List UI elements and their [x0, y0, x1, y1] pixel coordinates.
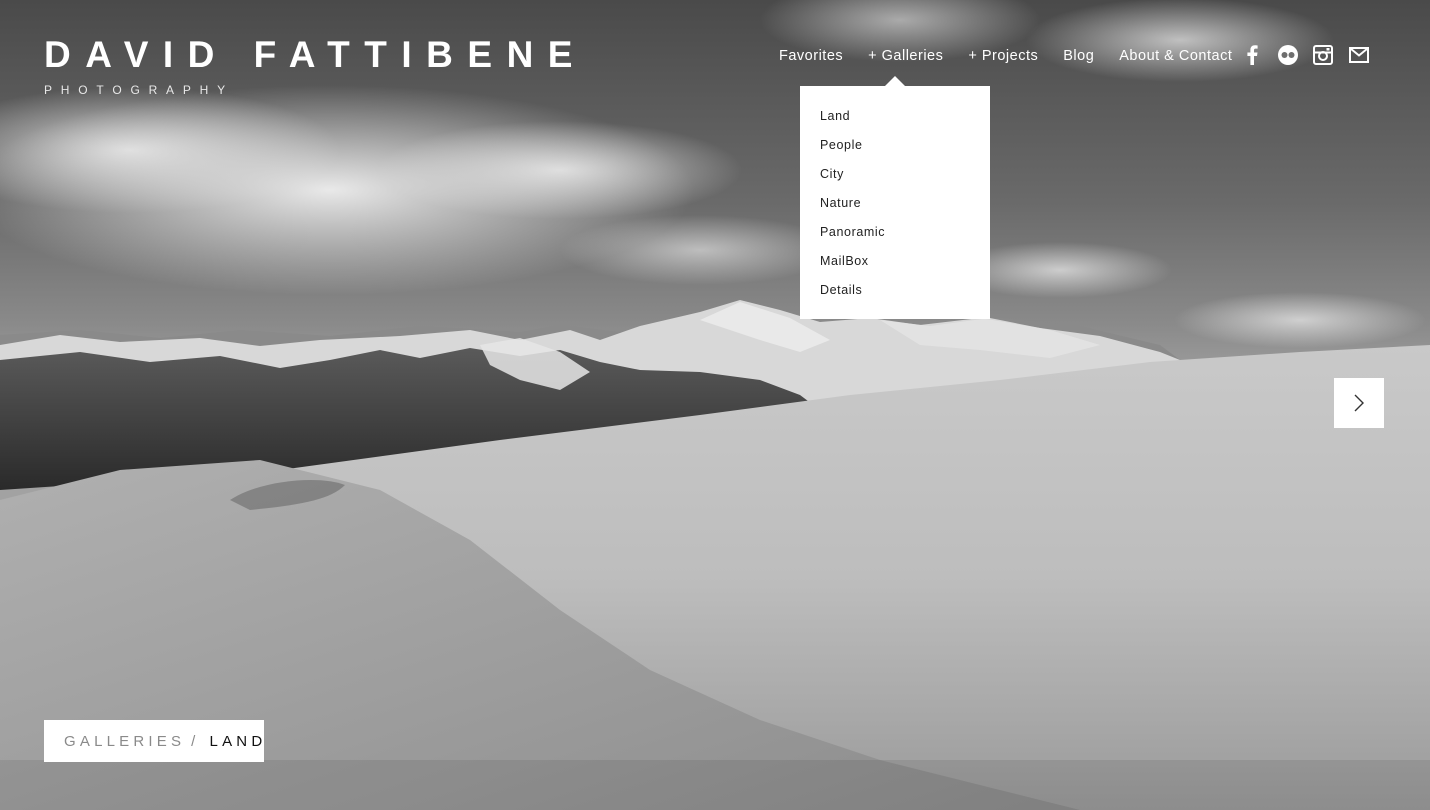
brand-name: DAVID FATTIBENE — [44, 34, 587, 75]
dropdown-item-details[interactable]: Details — [800, 280, 990, 309]
dropdown-item-city[interactable]: City — [800, 164, 990, 193]
nav-item-favorites[interactable]: Favorites — [779, 46, 843, 66]
dropdown-item-nature[interactable]: Nature — [800, 193, 990, 222]
nav-item-galleries[interactable]: + Galleries — [868, 46, 943, 66]
main-nav: Favorites + Galleries + Projects Blog Ab… — [779, 46, 1257, 66]
nav-item-projects[interactable]: + Projects — [968, 46, 1038, 66]
flickr-icon[interactable] — [1276, 44, 1300, 66]
breadcrumb-separator: / — [191, 732, 200, 750]
breadcrumb-current: LAND — [209, 732, 267, 750]
instagram-icon[interactable] — [1311, 44, 1335, 66]
landscape-illustration — [0, 300, 1430, 810]
mail-icon[interactable] — [1347, 44, 1371, 66]
galleries-dropdown: Land People City Nature Panoramic MailBo… — [800, 86, 990, 319]
dropdown-item-people[interactable]: People — [800, 135, 990, 164]
dropdown-item-land[interactable]: Land — [800, 106, 990, 135]
facebook-icon[interactable] — [1240, 44, 1264, 66]
nav-item-about-contact[interactable]: About & Contact — [1119, 46, 1232, 66]
dropdown-item-panoramic[interactable]: Panoramic — [800, 222, 990, 251]
dropdown-caret — [885, 76, 905, 86]
social-links — [1240, 44, 1382, 66]
next-slide-button[interactable] — [1334, 378, 1384, 428]
chevron-right-icon — [1354, 394, 1364, 412]
breadcrumb-galleries-link[interactable]: GALLERIES — [64, 733, 185, 750]
site-logo[interactable]: DAVID FATTIBENE PHOTOGRAPHY — [44, 34, 587, 98]
dropdown-item-mailbox[interactable]: MailBox — [800, 251, 990, 280]
nav-item-blog[interactable]: Blog — [1063, 46, 1094, 66]
breadcrumb: GALLERIES / LAND — [44, 720, 264, 762]
brand-tagline: PHOTOGRAPHY — [44, 83, 234, 97]
hero-photo — [0, 0, 1430, 810]
